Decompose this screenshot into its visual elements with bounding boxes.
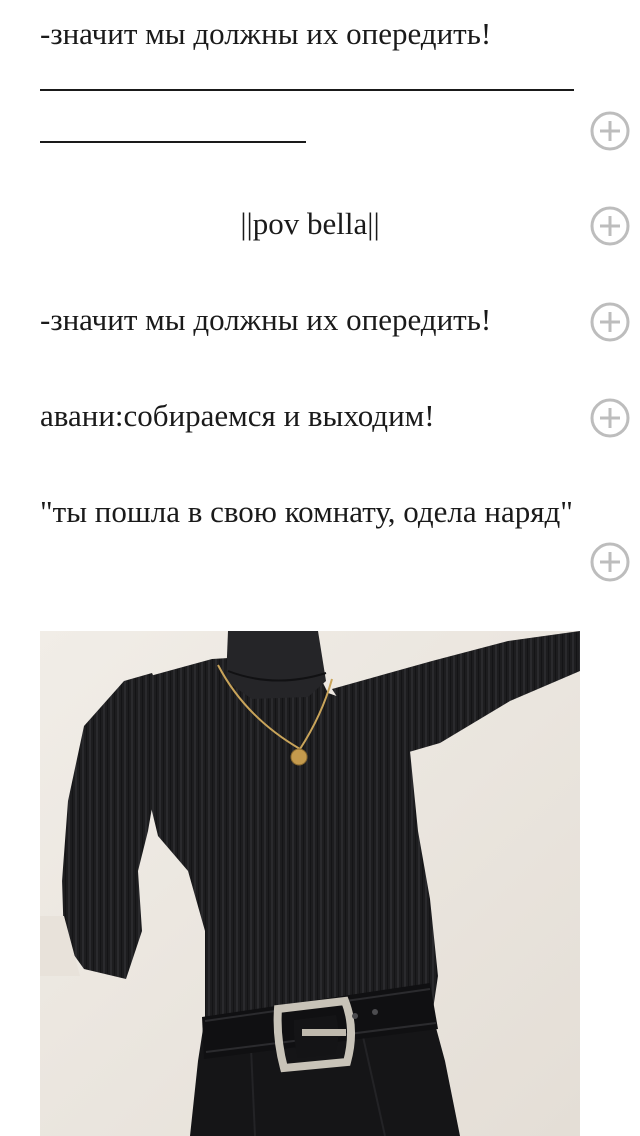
story-paragraph: "ты пошла в свою комнату, одела наряд" [40,494,573,529]
add-comment-button[interactable] [590,206,630,246]
story-paragraph: ||pov bella|| [240,206,380,241]
story-reader: -значит мы должны их опередить! ||pov be… [0,0,640,1136]
plus-circle-icon [590,111,630,151]
story-paragraph: авани:собираемся и выходим! [40,398,435,433]
plus-circle-icon [590,302,630,342]
story-paragraph: -значит мы должны их опередить! [40,16,492,51]
plus-circle-icon [590,542,630,582]
plus-circle-icon [590,398,630,438]
plus-circle-icon [590,206,630,246]
divider-line [40,89,574,91]
add-comment-button[interactable] [590,111,630,151]
story-image [40,631,580,1136]
outfit-photo [40,631,580,1136]
add-comment-button[interactable] [590,542,630,582]
divider-line [40,141,306,143]
story-paragraph: -значит мы должны их опередить! [40,302,492,337]
add-comment-button[interactable] [590,302,630,342]
add-comment-button[interactable] [590,398,630,438]
